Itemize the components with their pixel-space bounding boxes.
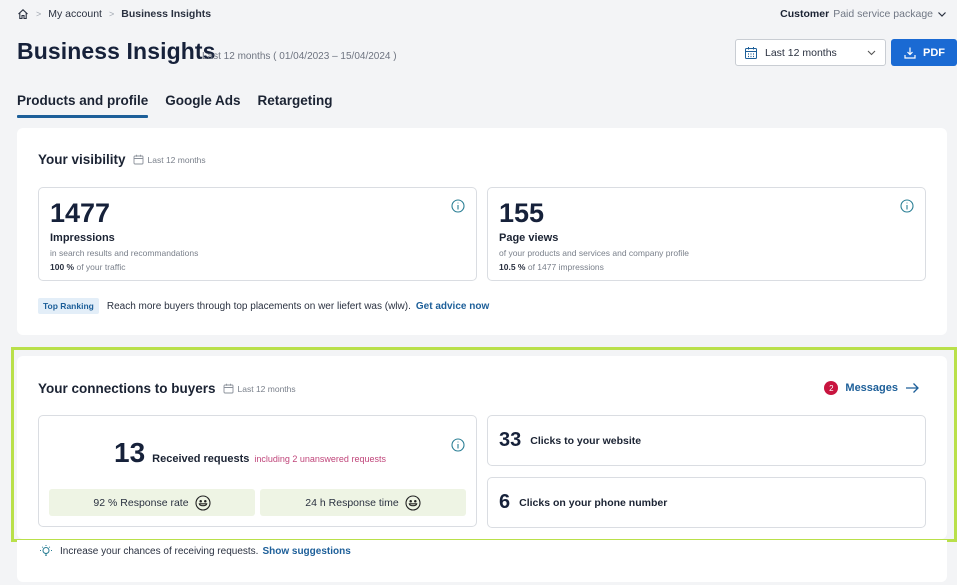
info-icon[interactable] <box>900 199 914 213</box>
home-icon[interactable] <box>17 8 29 20</box>
phone-clicks-value: 6 <box>499 491 511 513</box>
top-ranking-badge: Top Ranking <box>38 298 99 314</box>
show-suggestions-link[interactable]: Show suggestions <box>262 546 350 557</box>
calendar-icon <box>223 383 233 394</box>
chevron-down-icon <box>938 12 946 17</box>
connections-title: Your connections to buyers <box>38 381 216 396</box>
tip-card: Increase your chances of receiving reque… <box>17 540 947 582</box>
messages-count-badge: 2 <box>824 381 839 395</box>
arrow-right-icon <box>906 383 919 393</box>
page-views-share: 10.5 % of 1477 impressions <box>499 262 689 272</box>
requests-metric: 13 Received requests including 2 unanswe… <box>38 415 477 527</box>
page-title: Business Insights <box>17 38 216 64</box>
get-advice-link[interactable]: Get advice now <box>416 301 489 312</box>
period-select-value: Last 12 months <box>765 46 837 59</box>
website-clicks-metric: 33 Clicks to your website <box>487 415 926 466</box>
account-label: Customer <box>780 8 830 20</box>
tab-products-and-profile[interactable]: Products and profile <box>17 93 149 118</box>
calendar-icon <box>745 46 757 59</box>
page-views-share-text: of 1477 impressions <box>527 262 604 272</box>
requests-value: 13 <box>114 437 146 468</box>
impressions-description: in search results and recommandations <box>50 248 199 258</box>
phone-clicks-metric: 6 Clicks on your phone number <box>487 477 926 528</box>
impressions-share-text: of your traffic <box>76 262 126 272</box>
breadcrumb-my-account[interactable]: My account <box>48 8 102 20</box>
page-views-value: 155 <box>499 198 545 228</box>
account-package: Paid service package <box>833 8 933 20</box>
download-icon <box>904 47 916 59</box>
requests-row: 13 Received requests including 2 unanswe… <box>114 439 386 467</box>
pdf-download-button[interactable]: PDF <box>891 39 957 66</box>
connections-card: Your connections to buyers Last 12 month… <box>17 356 947 539</box>
period-select[interactable]: Last 12 months <box>735 39 886 66</box>
impressions-label: Impressions <box>50 232 115 244</box>
visibility-title: Your visibility <box>38 152 126 167</box>
visibility-title-row: Your visibility Last 12 months <box>38 152 206 167</box>
response-time-pill: 24 h Response time <box>260 489 466 516</box>
page-views-metric: 155 Page views of your products and serv… <box>487 187 926 281</box>
response-rate: 92 % Response rate <box>93 496 189 509</box>
breadcrumb: > My account > Business Insights <box>17 8 211 20</box>
account-menu[interactable]: Customer Paid service package <box>780 8 947 20</box>
promo-text: Reach more buyers through top placements… <box>106 300 411 312</box>
visibility-period: Last 12 months <box>133 154 206 165</box>
impressions-share-value: 100 % <box>50 262 75 272</box>
breadcrumb-separator: > <box>36 9 42 19</box>
page-subtitle: Last 12 months ( 01/04/2023 – 15/04/2024… <box>202 51 397 62</box>
chevron-down-icon <box>867 50 876 56</box>
breadcrumb-current: Business Insights <box>121 8 212 20</box>
response-time: 24 h Response time <box>305 496 399 509</box>
calendar-icon <box>133 154 143 165</box>
tip-text: Increase your chances of receiving reque… <box>60 545 259 557</box>
top-ranking-promo: Top Ranking Reach more buyers through to… <box>38 298 489 314</box>
messages-label: Messages <box>845 382 898 394</box>
visibility-card: Your visibility Last 12 months 1477 Impr… <box>17 128 947 335</box>
visibility-period-label: Last 12 months <box>147 154 206 165</box>
connections-period-label: Last 12 months <box>237 383 296 394</box>
response-rate-pill: 92 % Response rate <box>49 489 255 516</box>
pdf-button-label: PDF <box>923 46 945 59</box>
smiley-icon <box>405 494 421 511</box>
page-views-label: Page views <box>499 232 559 244</box>
info-icon[interactable] <box>451 199 465 213</box>
requests-label: Received requests <box>152 453 250 465</box>
tab-google-ads[interactable]: Google Ads <box>165 93 240 116</box>
phone-clicks-label: Clicks on your phone number <box>519 496 668 509</box>
tab-retargeting[interactable]: Retargeting <box>258 93 333 116</box>
messages-link[interactable]: 2 Messages <box>824 381 920 395</box>
page-views-description: of your products and services and compan… <box>499 248 689 258</box>
impressions-metric: 1477 Impressions in search results and r… <box>38 187 477 281</box>
tip-row: Increase your chances of receiving reque… <box>39 544 351 558</box>
impressions-value: 1477 <box>50 198 111 228</box>
smiley-icon <box>195 494 211 511</box>
lightbulb-icon <box>40 545 52 556</box>
website-clicks-label: Clicks to your website <box>530 434 642 447</box>
website-clicks-value: 33 <box>499 429 522 451</box>
info-icon[interactable] <box>451 438 465 452</box>
impressions-share: 100 % of your traffic <box>50 262 198 272</box>
page-views-share-value: 10.5 % <box>499 262 526 272</box>
connections-title-row: Your connections to buyers Last 12 month… <box>38 381 296 396</box>
connections-period: Last 12 months <box>223 383 296 394</box>
unanswered-requests-note[interactable]: including 2 unanswered requests <box>254 454 386 464</box>
breadcrumb-separator: > <box>108 9 115 19</box>
tab-bar: Products and profile Google Ads Retarget… <box>17 93 333 118</box>
